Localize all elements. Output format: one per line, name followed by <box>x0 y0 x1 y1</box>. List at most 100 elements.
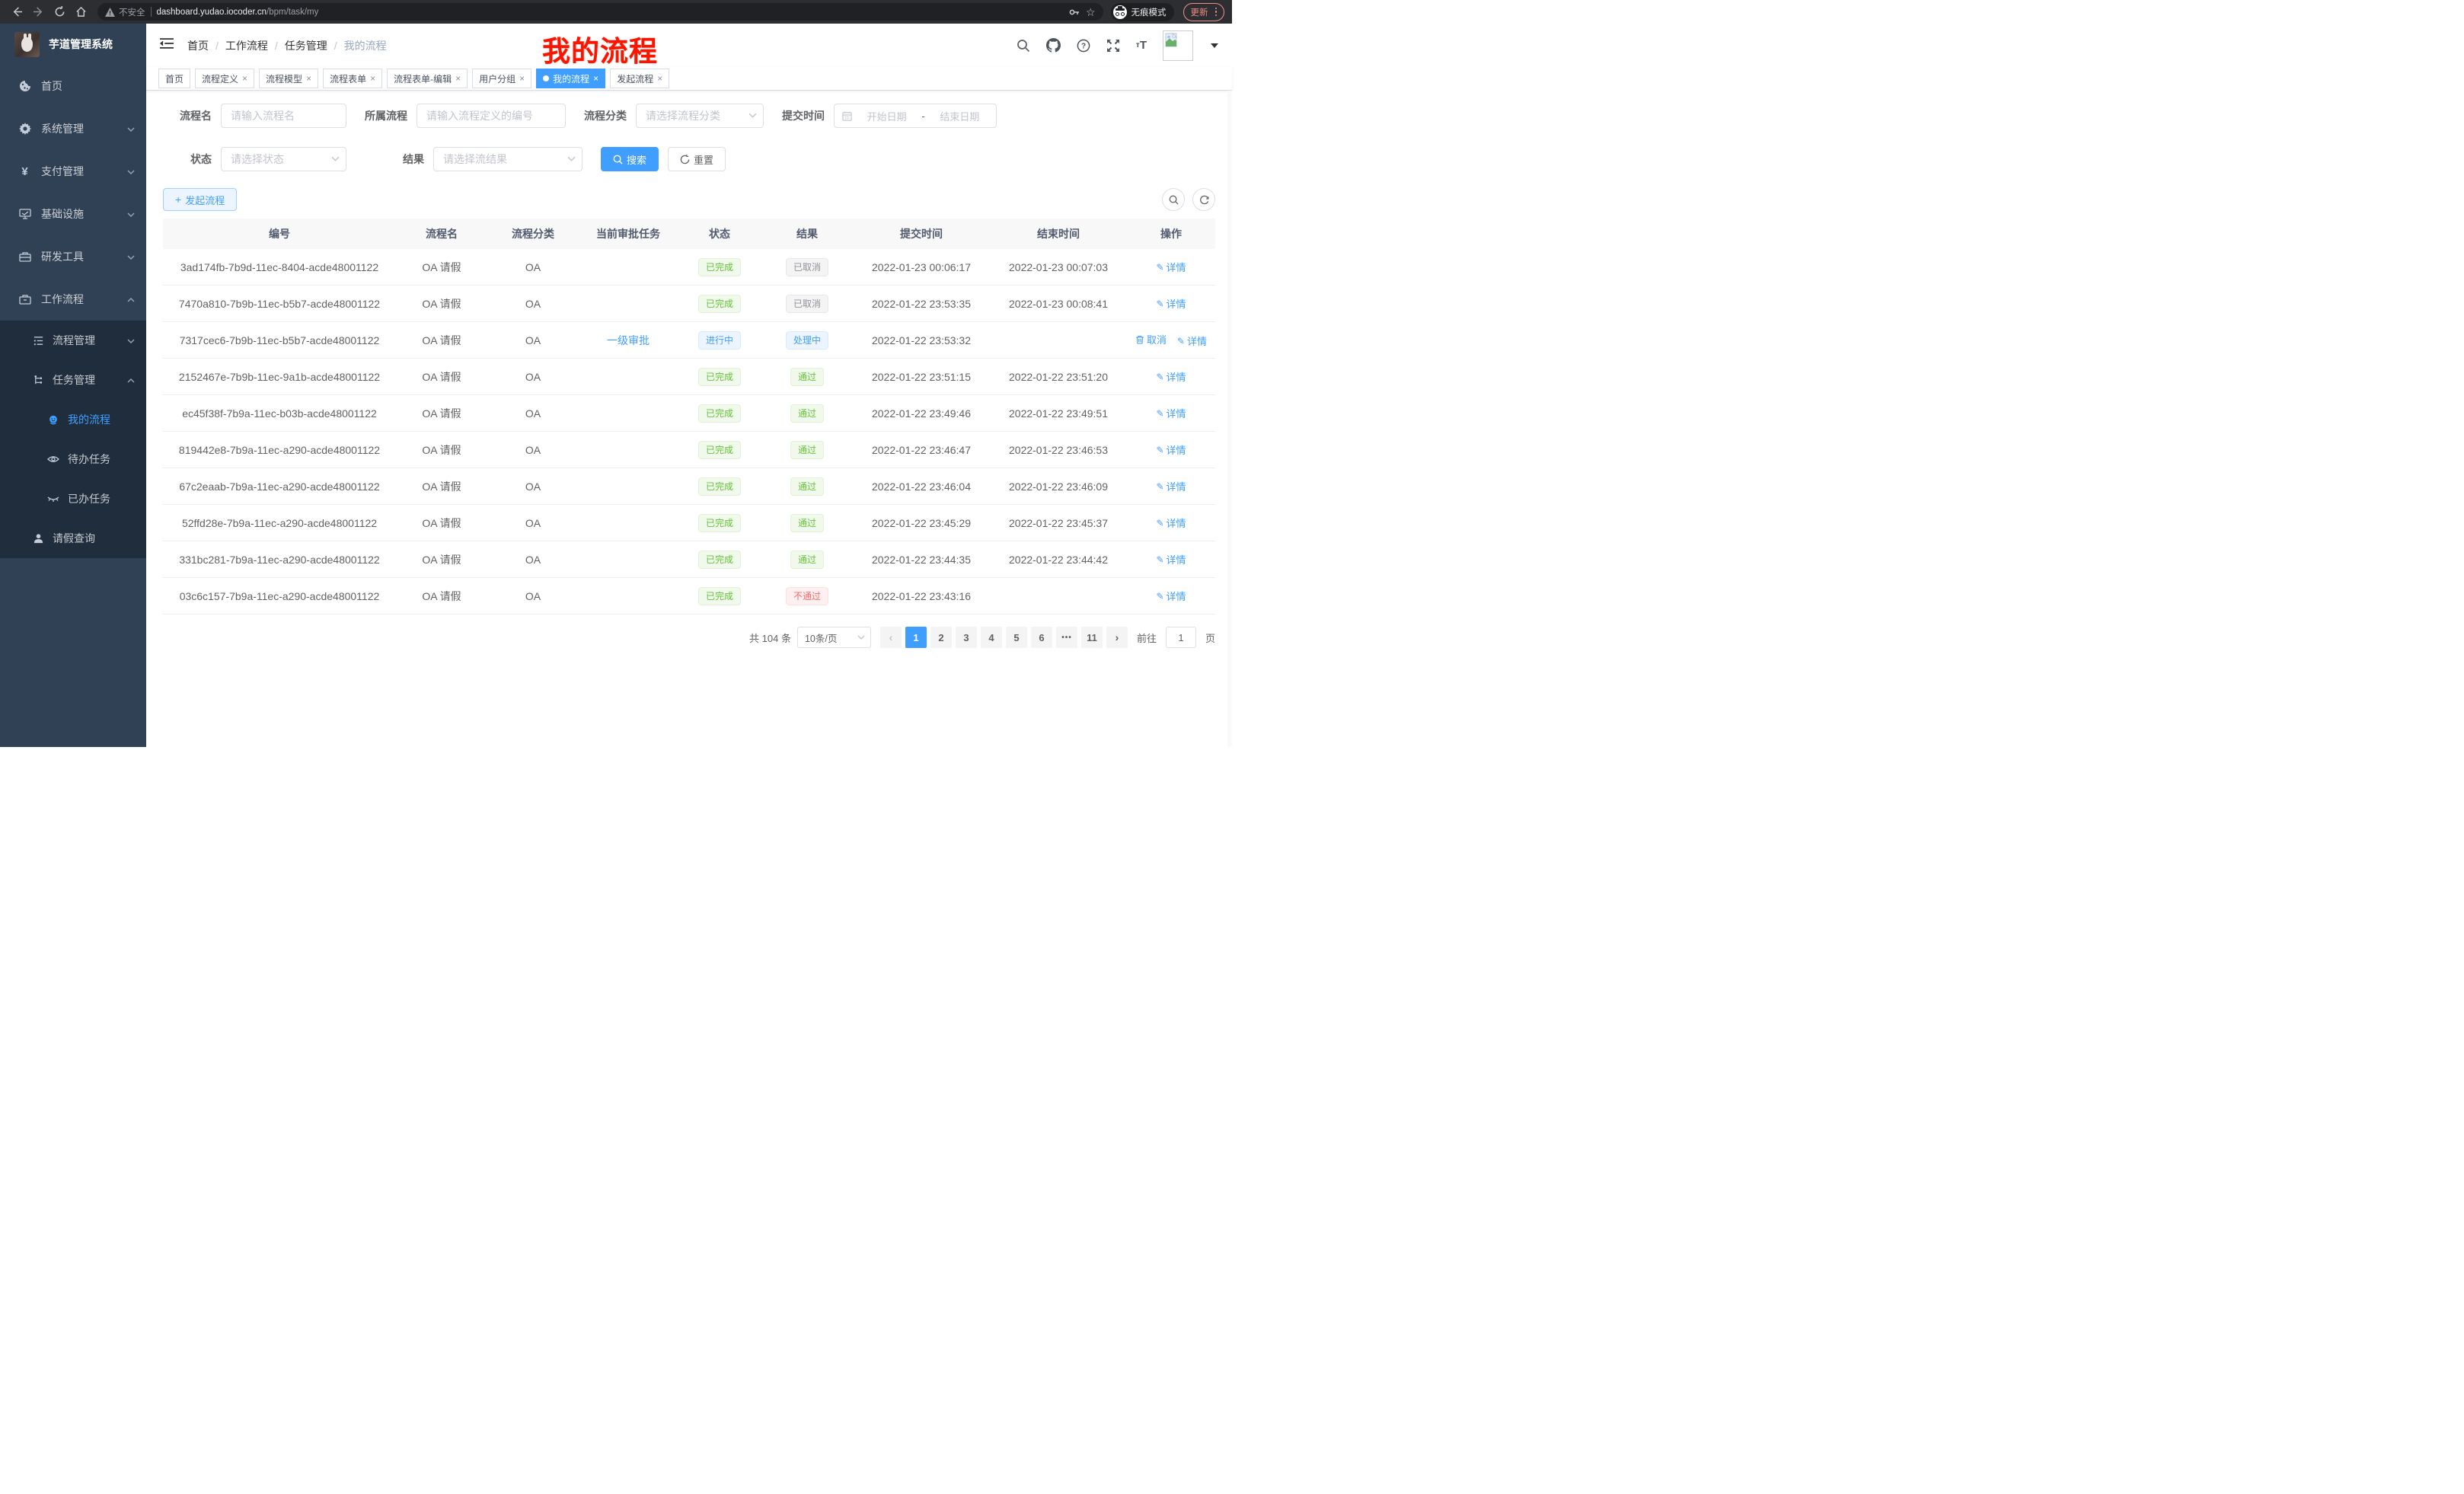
sidebar-item-workflow[interactable]: 工作流程 <box>0 278 146 321</box>
result-badge: 不通过 <box>786 587 828 605</box>
sidebar-item-system[interactable]: 系统管理 <box>0 107 146 150</box>
browser-reload-icon[interactable] <box>50 3 69 21</box>
page-size-select[interactable]: 10条/页 <box>797 627 871 648</box>
result-select[interactable]: 请选择流结果 <box>433 147 582 171</box>
security-warning[interactable]: 不安全 <box>105 6 145 18</box>
detail-link[interactable]: ✎详情 <box>1156 552 1186 567</box>
search-button[interactable]: 搜索 <box>601 147 659 171</box>
github-icon[interactable] <box>1046 38 1061 53</box>
tab-process-definition[interactable]: 流程定义× <box>195 69 254 88</box>
show-search-button[interactable] <box>1162 188 1185 211</box>
page-button-3[interactable]: 3 <box>956 627 977 648</box>
close-icon[interactable]: × <box>242 74 247 83</box>
close-icon[interactable]: × <box>519 74 525 83</box>
page-button-1[interactable]: 1 <box>905 627 927 648</box>
incognito-badge: 无痕模式 <box>1111 3 1174 21</box>
process-name-input[interactable] <box>221 104 346 128</box>
close-icon[interactable]: × <box>657 74 662 83</box>
sidebar-item-dev-tools[interactable]: 研发工具 <box>0 235 146 278</box>
breadcrumb-workflow[interactable]: 工作流程 <box>225 38 285 53</box>
page-button-4[interactable]: 4 <box>981 627 1002 648</box>
close-icon[interactable]: × <box>593 74 598 83</box>
page-button-6[interactable]: 6 <box>1031 627 1052 648</box>
tab-user-group[interactable]: 用户分组× <box>472 69 531 88</box>
sidebar-item-done-tasks[interactable]: 已办任务 <box>0 479 146 519</box>
tab-my-process[interactable]: 我的流程× <box>536 69 605 88</box>
browser-menu-icon[interactable] <box>1215 8 1218 17</box>
help-icon[interactable]: ? <box>1077 39 1090 53</box>
chevron-down-icon <box>127 211 134 218</box>
key-icon[interactable] <box>1068 6 1080 18</box>
tab-start-process[interactable]: 发起流程× <box>610 69 669 88</box>
next-page-button[interactable]: › <box>1106 627 1128 648</box>
tab-process-form[interactable]: 流程表单× <box>323 69 382 88</box>
sidebar-item-payment[interactable]: ¥ 支付管理 <box>0 150 146 193</box>
close-icon[interactable]: × <box>370 74 375 83</box>
browser-back-icon[interactable] <box>8 3 26 21</box>
table-row: 03c6c157-7b9a-11ec-a290-acde48001122 OA … <box>163 578 1215 615</box>
submit-time-range-picker[interactable]: 开始日期 - 结束日期 <box>834 104 997 128</box>
status-badge: 已完成 <box>698 477 741 496</box>
status-select[interactable]: 请选择状态 <box>221 147 346 171</box>
detail-link[interactable]: ✎详情 <box>1156 406 1186 420</box>
tab-home[interactable]: 首页 <box>158 69 190 88</box>
calendar-icon <box>842 111 852 121</box>
current-task-link[interactable]: 一级审批 <box>607 334 650 346</box>
reset-button[interactable]: 重置 <box>668 147 726 171</box>
browser-home-icon[interactable] <box>72 3 90 21</box>
refresh-table-button[interactable] <box>1192 188 1215 211</box>
warning-icon <box>105 8 115 17</box>
sidebar-item-home[interactable]: 首页 <box>0 65 146 107</box>
font-size-icon[interactable]: тT <box>1136 40 1147 51</box>
fullscreen-icon[interactable] <box>1106 39 1120 53</box>
app-logo-row[interactable]: 芋道管理系统 <box>0 24 146 65</box>
breadcrumb-home[interactable]: 首页 <box>187 38 225 53</box>
pagination: 共 104 条 10条/页 ‹ 1 2 3 4 5 6 ••• 11 › <box>163 627 1215 648</box>
tab-process-model[interactable]: 流程模型× <box>259 69 318 88</box>
detail-link[interactable]: ✎详情 <box>1177 334 1207 348</box>
browser-forward-icon[interactable] <box>29 3 47 21</box>
avatar-dropdown-icon[interactable] <box>1211 43 1218 48</box>
tab-process-form-edit[interactable]: 流程表单-编辑× <box>387 69 468 88</box>
address-bar[interactable]: 不安全 dashboard.yudao.iocoder.cn/bpm/task/… <box>97 3 1103 21</box>
url-text[interactable]: dashboard.yudao.iocoder.cn/bpm/task/my <box>157 8 319 17</box>
sidebar-item-my-process[interactable]: 我的流程 <box>0 400 146 439</box>
scrollbar-track[interactable] <box>1227 91 1232 747</box>
bookmark-star-icon[interactable]: ☆ <box>1086 7 1096 18</box>
cancel-link[interactable]: 取消 <box>1135 332 1167 346</box>
page-button-11[interactable]: 11 <box>1081 627 1103 648</box>
sidebar-item-process-mgmt[interactable]: 流程管理 <box>0 321 146 360</box>
process-category-select[interactable]: 请选择流程分类 <box>636 104 764 128</box>
more-pages-button[interactable]: ••• <box>1056 627 1077 648</box>
close-icon[interactable]: × <box>455 74 461 83</box>
sidebar-item-infra[interactable]: 基础设施 <box>0 193 146 235</box>
chevron-down-icon <box>127 168 134 175</box>
start-process-button[interactable]: + 发起流程 <box>163 188 237 211</box>
sidebar-item-todo-tasks[interactable]: 待办任务 <box>0 439 146 479</box>
detail-link[interactable]: ✎详情 <box>1156 369 1186 384</box>
process-definition-input[interactable] <box>417 104 566 128</box>
page-button-5[interactable]: 5 <box>1006 627 1027 648</box>
cell-id: 7470a810-7b9b-11ec-b5b7-acde48001122 <box>163 298 396 310</box>
end-date-placeholder: 结束日期 <box>931 109 988 123</box>
sidebar-fold-icon[interactable] <box>160 37 174 53</box>
avatar[interactable] <box>1163 30 1193 61</box>
tree-list-icon <box>32 334 44 346</box>
page-button-2[interactable]: 2 <box>930 627 952 648</box>
breadcrumb-task-mgmt[interactable]: 任务管理 <box>285 38 344 53</box>
result-badge: 通过 <box>790 368 824 386</box>
prev-page-button[interactable]: ‹ <box>880 627 902 648</box>
detail-link[interactable]: ✎详情 <box>1156 260 1186 274</box>
search-icon[interactable] <box>1017 39 1030 53</box>
detail-link[interactable]: ✎详情 <box>1156 589 1186 603</box>
sidebar-item-task-mgmt[interactable]: 任务管理 <box>0 360 146 400</box>
goto-page-input[interactable] <box>1166 627 1196 648</box>
sidebar-item-leave-query[interactable]: 请假查询 <box>0 519 146 558</box>
edit-icon: ✎ <box>1156 408 1163 419</box>
browser-update-button[interactable]: 更新 <box>1183 3 1225 21</box>
detail-link[interactable]: ✎详情 <box>1156 296 1186 311</box>
detail-link[interactable]: ✎详情 <box>1156 516 1186 530</box>
detail-link[interactable]: ✎详情 <box>1156 442 1186 457</box>
detail-link[interactable]: ✎详情 <box>1156 479 1186 493</box>
close-icon[interactable]: × <box>306 74 311 83</box>
